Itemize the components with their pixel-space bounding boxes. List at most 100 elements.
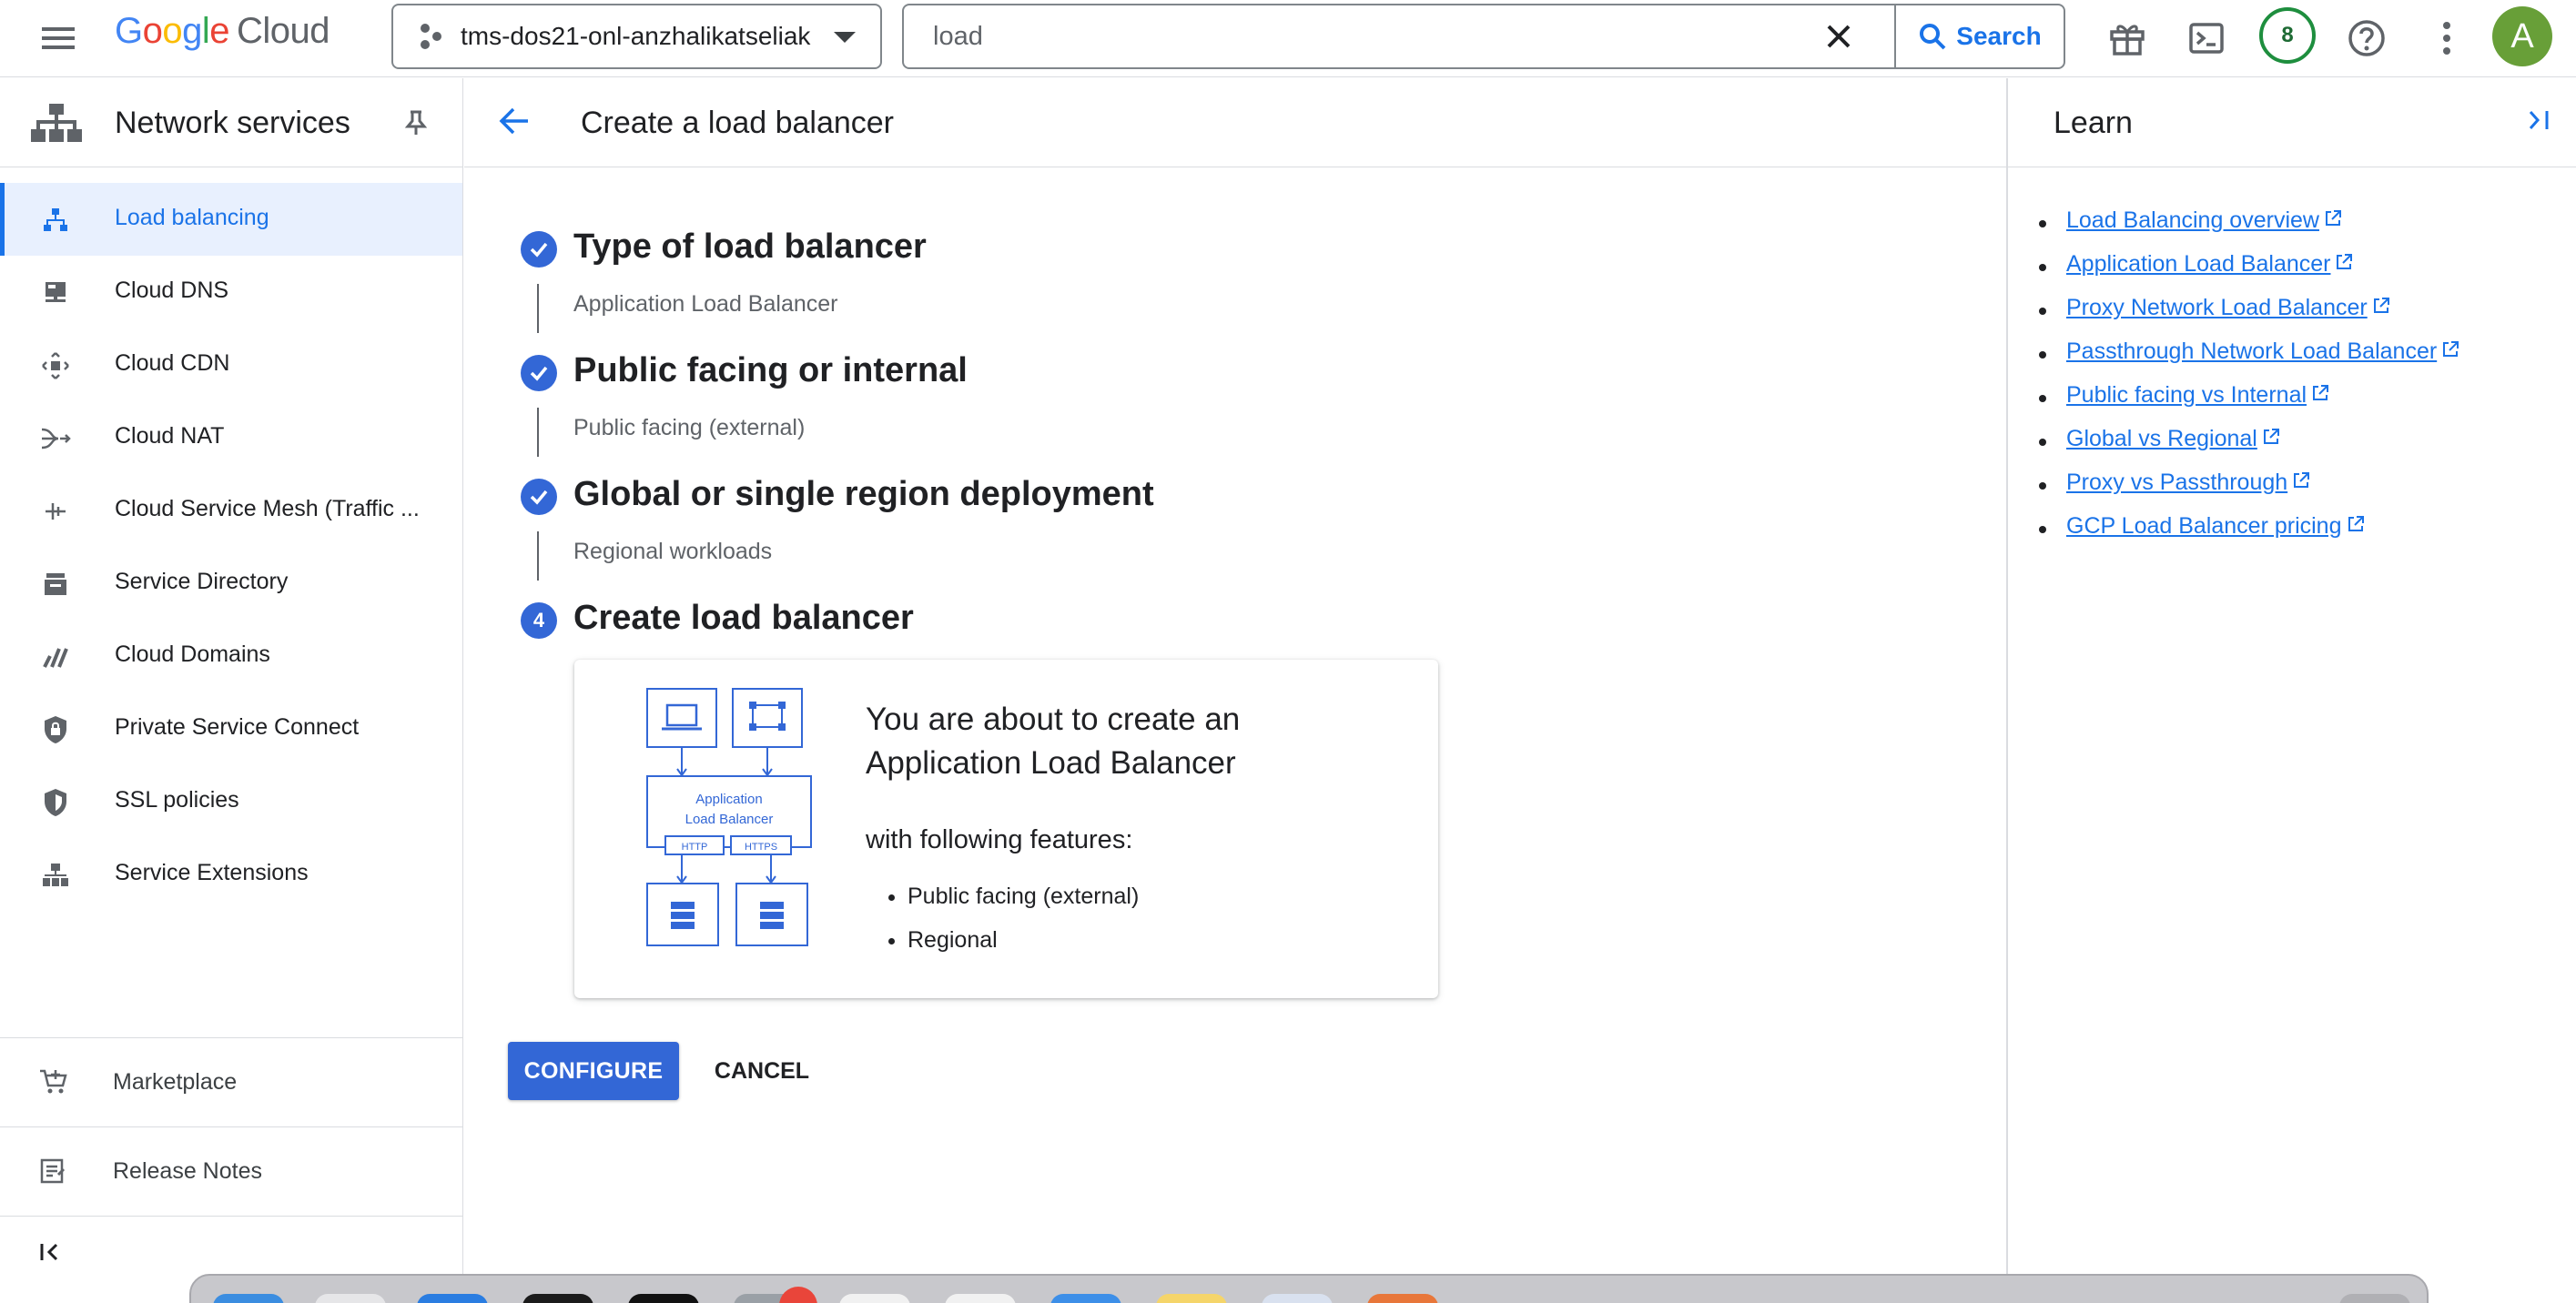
main-header: Create a load balancer xyxy=(464,78,2006,167)
nav-list: Load balancing Cloud DNS Cloud CDN Cloud… xyxy=(0,183,462,911)
learn-link-item: Proxy Network Load Balancer xyxy=(2038,295,2460,338)
dock-app-icon[interactable] xyxy=(1367,1294,1438,1303)
top-bar: Google Cloud tms-dos21-onl-anzhalikatseli… xyxy=(0,0,2576,77)
open-in-new-icon xyxy=(2371,296,2391,322)
learn-link[interactable]: Proxy vs Passthrough xyxy=(2066,470,2287,495)
dock-app-icon[interactable] xyxy=(2339,1294,2410,1303)
learn-link[interactable]: Passthrough Network Load Balancer xyxy=(2066,338,2437,364)
configure-button[interactable]: CONFIGURE xyxy=(508,1042,679,1100)
network-services-icon xyxy=(31,102,82,150)
project-picker[interactable]: tms-dos21-onl-anzhalikatseliak xyxy=(391,4,882,69)
cloud-cdn-icon xyxy=(40,350,71,381)
close-icon[interactable] xyxy=(1823,21,1854,56)
feature-item: Public facing (external) xyxy=(908,874,1139,918)
logo-letter: G xyxy=(115,11,143,51)
search-button[interactable]: Search xyxy=(1894,5,2064,67)
project-icon xyxy=(417,23,444,50)
dock-app-icon[interactable] xyxy=(1262,1294,1333,1303)
marketplace-link[interactable]: Marketplace xyxy=(0,1037,462,1126)
collapse-sidebar-icon[interactable] xyxy=(38,1241,64,1268)
card-title: You are about to create an Application L… xyxy=(866,702,1241,781)
service-mesh-icon xyxy=(40,496,71,527)
release-notes-link[interactable]: Release Notes xyxy=(0,1126,462,1216)
open-in-new-icon xyxy=(2261,427,2281,453)
step-title: Type of load balancer xyxy=(573,227,927,266)
load-balancer-summary-card: Application Load Balancer HTTP HTTPS You… xyxy=(574,660,1438,998)
sidebar-item-label: Load balancing xyxy=(115,205,269,230)
dock-app-icon[interactable] xyxy=(945,1294,1016,1303)
open-in-new-icon xyxy=(2334,252,2354,278)
step-title: Create load balancer xyxy=(573,599,914,637)
logo-suffix: Cloud xyxy=(237,11,330,51)
dock-app-icon[interactable] xyxy=(522,1294,593,1303)
dock-app-icon[interactable] xyxy=(417,1294,488,1303)
cloud-shell-icon[interactable] xyxy=(2185,16,2228,60)
sidebar-item-cloud-domains[interactable]: Cloud Domains xyxy=(0,620,462,692)
cancel-button[interactable]: CANCEL xyxy=(703,1042,821,1100)
sidebar-item-service-extensions[interactable]: Service Extensions xyxy=(0,838,462,911)
load-balancer-diagram: Application Load Balancer HTTP HTTPS xyxy=(646,688,812,946)
diagram-proto-http: HTTP xyxy=(682,842,708,853)
logo-letter: l xyxy=(201,11,210,51)
dock-app-icon[interactable] xyxy=(628,1294,699,1303)
open-in-new-icon xyxy=(2323,208,2343,235)
card-features-list: Public facing (external) Regional xyxy=(908,874,1139,962)
sidebar-item-ssl-policies[interactable]: SSL policies xyxy=(0,765,462,838)
search-icon xyxy=(1918,22,1947,51)
load-balancing-icon xyxy=(40,205,71,236)
learn-link[interactable]: Global vs Regional xyxy=(2066,426,2257,451)
more-options-icon[interactable] xyxy=(2425,16,2469,60)
logo-letter: e xyxy=(209,11,230,51)
learn-link[interactable]: Load Balancing overview xyxy=(2066,207,2319,233)
pin-icon[interactable] xyxy=(404,109,428,141)
learn-title: Learn xyxy=(2054,106,2133,140)
help-icon[interactable] xyxy=(2345,16,2388,60)
diagram-proto-https: HTTPS xyxy=(745,842,777,853)
card-features-label: with following features: xyxy=(866,825,1133,854)
sidebar-item-cloud-service-mesh[interactable]: Cloud Service Mesh (Traffic ... xyxy=(0,474,462,547)
learn-panel: Learn Load Balancing overview Applicatio… xyxy=(2006,78,2576,1276)
dock-app-icon[interactable] xyxy=(1050,1294,1121,1303)
learn-link-item: Application Load Balancer xyxy=(2038,251,2460,295)
sidebar-item-cloud-dns[interactable]: Cloud DNS xyxy=(0,256,462,328)
check-circle-icon xyxy=(521,355,557,391)
step-subtitle: Application Load Balancer xyxy=(573,291,838,317)
sidebar-item-cloud-nat[interactable]: Cloud NAT xyxy=(0,401,462,474)
gift-icon[interactable] xyxy=(2105,16,2149,60)
sidebar-item-service-directory[interactable]: Service Directory xyxy=(0,547,462,620)
sidebar-item-cloud-cdn[interactable]: Cloud CDN xyxy=(0,328,462,401)
learn-link[interactable]: Application Load Balancer xyxy=(2066,251,2330,277)
collapse-panel-icon[interactable] xyxy=(2525,107,2552,137)
learn-link[interactable]: Proxy Network Load Balancer xyxy=(2066,295,2368,320)
open-in-new-icon xyxy=(2440,339,2460,366)
dock-app-icon[interactable] xyxy=(1156,1294,1227,1303)
marketplace-icon xyxy=(38,1067,69,1101)
notifications-badge[interactable]: 8 xyxy=(2259,7,2316,64)
learn-link-item: Proxy vs Passthrough xyxy=(2038,470,2460,513)
sidebar-item-label: Cloud CDN xyxy=(115,350,230,376)
sidebar-item-load-balancing[interactable]: Load balancing xyxy=(0,183,462,256)
sidebar-item-label: Cloud Domains xyxy=(115,641,270,667)
step-connector xyxy=(537,531,539,581)
os-dock xyxy=(189,1274,2429,1303)
sidebar-item-label: Private Service Connect xyxy=(115,714,360,740)
google-cloud-logo[interactable]: Google Cloud xyxy=(115,11,330,52)
dock-app-icon[interactable] xyxy=(213,1294,284,1303)
sidebar-item-label: Cloud DNS xyxy=(115,278,229,303)
sidebar-item-private-service-connect[interactable]: Private Service Connect xyxy=(0,692,462,765)
search-button-label: Search xyxy=(1956,22,2042,50)
project-name: tms-dos21-onl-anzhalikatseliak xyxy=(461,22,811,50)
marketplace-label: Marketplace xyxy=(113,1069,238,1095)
diagram-lb-line1: Application xyxy=(695,792,762,807)
learn-link[interactable]: Public facing vs Internal xyxy=(2066,382,2307,408)
learn-link[interactable]: GCP Load Balancer pricing xyxy=(2066,513,2342,539)
step-title: Global or single region deployment xyxy=(573,475,1154,513)
service-extensions-icon xyxy=(40,860,71,891)
step-connector xyxy=(537,284,539,333)
main-menu-icon[interactable] xyxy=(38,20,78,56)
back-arrow-icon[interactable] xyxy=(497,104,532,143)
search-input[interactable] xyxy=(904,9,1814,64)
dock-app-icon[interactable] xyxy=(839,1294,910,1303)
dock-app-icon[interactable] xyxy=(315,1294,386,1303)
avatar[interactable]: A xyxy=(2492,6,2552,66)
